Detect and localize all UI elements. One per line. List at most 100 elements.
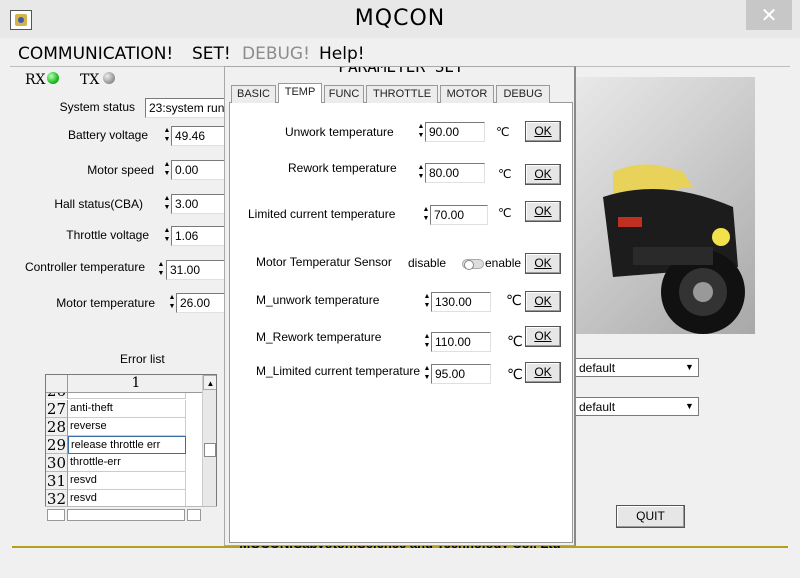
tab-temp[interactable]: TEMP bbox=[278, 83, 322, 104]
row-text: reverse bbox=[68, 418, 186, 436]
table-row[interactable]: 30 throttle-err bbox=[46, 454, 204, 472]
unit-celsius: ℃ bbox=[498, 167, 512, 181]
spin-arrows-icon[interactable]: ▲ ▼ bbox=[163, 126, 171, 146]
m-limited-current-temperature-input[interactable]: 95.00 bbox=[431, 364, 491, 384]
unit-celsius: ℃ bbox=[507, 366, 523, 382]
menu-set[interactable]: SET! bbox=[192, 44, 231, 64]
m-unwork-temperature-label: M_unwork temperature bbox=[256, 293, 380, 307]
menu-help[interactable]: Help! bbox=[319, 44, 365, 64]
table-row[interactable]: 28 reverse bbox=[46, 418, 204, 436]
tab-debug[interactable]: DEBUG bbox=[496, 85, 550, 103]
title-bar: MQCON ✕ bbox=[0, 0, 800, 38]
motorcycle-photo bbox=[573, 77, 755, 334]
spin-arrows-icon[interactable]: ▲ ▼ bbox=[163, 194, 171, 214]
sensor-ok-button[interactable]: OK bbox=[525, 253, 561, 274]
motor-speed-label: Motor speed bbox=[87, 163, 154, 177]
menu-debug[interactable]: DEBUG! bbox=[242, 44, 310, 64]
rework-temperature-input[interactable]: 80.00 bbox=[425, 163, 485, 183]
unwork-temperature-ok-button[interactable]: OK bbox=[525, 121, 561, 142]
hall-status-value: 3.00 bbox=[171, 194, 225, 214]
spin-arrows-icon[interactable]: ▲ ▼ bbox=[423, 364, 431, 384]
table-row[interactable]: 29 release throttle err bbox=[46, 436, 204, 454]
row-text: throttle-err bbox=[68, 454, 186, 472]
m-rework-temperature-ok-button[interactable]: OK bbox=[525, 326, 561, 347]
tab-func[interactable]: FUNC bbox=[324, 85, 364, 103]
error-list-header: 1 bbox=[46, 375, 204, 393]
close-button[interactable]: ✕ bbox=[746, 0, 792, 30]
scroll-up-icon[interactable]: ▲ bbox=[203, 375, 216, 390]
unit-celsius: ℃ bbox=[507, 333, 523, 349]
error-list-hscrollbar[interactable] bbox=[45, 506, 217, 522]
unit-celsius: ℃ bbox=[506, 292, 522, 308]
error-list-grid[interactable]: 1 26 27 anti-theft 28 reverse 29 release… bbox=[45, 374, 217, 522]
spin-arrows-icon[interactable]: ▲ ▼ bbox=[168, 293, 176, 313]
spin-arrows-icon[interactable]: ▲ ▼ bbox=[417, 163, 425, 183]
limited-current-temperature-ok-button[interactable]: OK bbox=[525, 201, 561, 222]
row-text: resvd bbox=[68, 472, 186, 490]
row-text: anti-theft bbox=[68, 400, 186, 418]
spin-arrows-icon[interactable]: ▲ ▼ bbox=[163, 160, 171, 180]
tab-basic[interactable]: BASIC bbox=[231, 85, 276, 103]
spin-arrows-icon[interactable]: ▲ ▼ bbox=[417, 122, 425, 142]
unit-celsius: ℃ bbox=[496, 125, 510, 139]
row-number: 28 bbox=[46, 418, 68, 436]
motorcycle-image-icon bbox=[603, 164, 745, 334]
spin-arrows-icon[interactable]: ▲ ▼ bbox=[423, 292, 431, 312]
rework-temperature-label: Rework temperature bbox=[288, 161, 397, 175]
limited-current-temperature-label: Limited current temperature bbox=[248, 207, 396, 221]
spin-arrows-icon[interactable]: ▲ ▼ bbox=[422, 205, 430, 225]
tx-label: TX bbox=[80, 72, 100, 88]
tx-led-icon bbox=[103, 72, 115, 84]
select-setting-2[interactable]: default ▼ bbox=[575, 397, 699, 416]
limited-current-temperature-input[interactable]: 70.00 bbox=[430, 205, 488, 225]
row-number: 31 bbox=[46, 472, 68, 490]
window-title: MQCON bbox=[354, 6, 446, 31]
row-number: 30 bbox=[46, 454, 68, 472]
m-rework-temperature-input[interactable]: 110.00 bbox=[431, 332, 491, 352]
row-number: 29 bbox=[46, 436, 68, 454]
m-unwork-temperature-ok-button[interactable]: OK bbox=[525, 291, 561, 312]
m-rework-temperature-label: M_Rework temperature bbox=[256, 330, 382, 344]
hall-status-label: Hall status(CBA) bbox=[54, 197, 143, 211]
row-text-selected: release throttle err bbox=[68, 436, 186, 454]
chevron-down-icon[interactable]: ▼ bbox=[683, 400, 696, 413]
controller-temperature-label: Controller temperature bbox=[24, 260, 145, 274]
system-status-value: 23:system run bbox=[145, 98, 225, 118]
chevron-down-icon[interactable]: ▼ bbox=[683, 361, 696, 374]
menu-communication[interactable]: COMMUNICATION! bbox=[18, 44, 173, 64]
motor-temperature-label: Motor temperature bbox=[56, 296, 155, 310]
battery-voltage-label: Battery voltage bbox=[67, 128, 148, 142]
unwork-temperature-input[interactable]: 90.00 bbox=[425, 122, 485, 142]
select-setting-1[interactable]: default ▼ bbox=[575, 358, 699, 377]
error-list-title: Error list bbox=[120, 352, 165, 366]
header-corner bbox=[46, 375, 68, 393]
rework-temperature-ok-button[interactable]: OK bbox=[525, 164, 561, 185]
motor-speed-value: 0.00 bbox=[171, 160, 225, 180]
m-limited-current-temperature-ok-button[interactable]: OK bbox=[525, 362, 561, 383]
table-row[interactable]: 27 anti-theft bbox=[46, 400, 204, 418]
sensor-enable-label: enable bbox=[485, 256, 522, 270]
tab-bar: BASIC TEMP FUNC THROTTLE MOTOR DEBUG bbox=[229, 83, 573, 104]
error-list-scrollbar[interactable]: ▲ ▼ bbox=[202, 375, 216, 521]
tab-throttle[interactable]: THROTTLE bbox=[366, 85, 438, 103]
sensor-toggle-switch[interactable] bbox=[462, 259, 484, 270]
table-row[interactable]: 31 resvd bbox=[46, 472, 204, 490]
hscroll-segment bbox=[67, 509, 185, 521]
dialog-title: PARAMETER SET bbox=[338, 66, 464, 76]
select-value: default bbox=[579, 361, 616, 375]
spin-arrows-icon[interactable]: ▲ ▼ bbox=[423, 332, 431, 352]
menu-bar: COMMUNICATION! SET! DEBUG! Help! bbox=[10, 40, 790, 67]
m-unwork-temperature-input[interactable]: 130.00 bbox=[431, 292, 491, 312]
spin-arrows-icon[interactable]: ▲ ▼ bbox=[157, 260, 165, 280]
unwork-temperature-label: Unwork temperature bbox=[285, 125, 394, 139]
column-header[interactable]: 1 bbox=[68, 375, 204, 393]
system-status-label: System status bbox=[59, 100, 135, 114]
spin-arrows-icon[interactable]: ▲ ▼ bbox=[163, 226, 171, 246]
quit-button[interactable]: QUIT bbox=[616, 505, 685, 528]
scroll-thumb[interactable] bbox=[204, 443, 216, 457]
sensor-disable-label: disable bbox=[408, 256, 447, 270]
unit-celsius: ℃ bbox=[498, 206, 512, 220]
select-value: default bbox=[579, 400, 616, 414]
battery-voltage-value: 49.46 bbox=[171, 126, 225, 146]
tab-motor[interactable]: MOTOR bbox=[440, 85, 494, 103]
